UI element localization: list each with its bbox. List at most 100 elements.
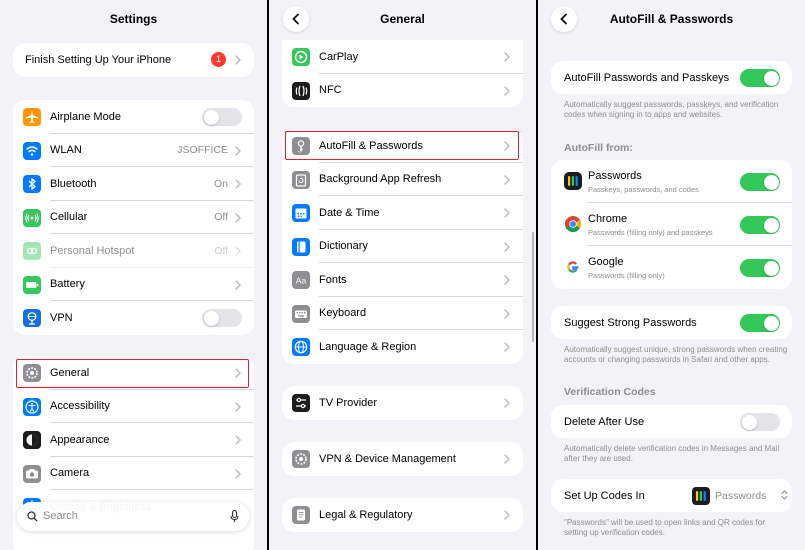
back-button[interactable] <box>551 6 577 32</box>
settings-row-accessibility[interactable]: Accessibility <box>13 390 254 423</box>
settings-row-airplane-mode[interactable]: Airplane Mode <box>13 100 254 134</box>
general-highlight-box <box>16 359 249 388</box>
settings-row-vpn-and-device-management[interactable]: VPN & Device Management <box>282 442 523 476</box>
chevron-right-icon <box>504 174 510 185</box>
vpn-management-icon <box>292 450 310 468</box>
chevron-right-icon <box>235 246 241 256</box>
settings-row-language-and-region[interactable]: Language & Region <box>282 330 523 364</box>
google-toggle[interactable] <box>740 259 780 277</box>
vpn-management-group: VPN & Device Management <box>282 442 523 476</box>
camera-icon <box>23 464 41 483</box>
settings-row-battery[interactable]: Battery <box>13 268 254 301</box>
passwords-toggle[interactable] <box>740 173 780 191</box>
search-input[interactable]: Search <box>43 510 78 522</box>
settings-row-bluetooth[interactable]: Bluetooth On <box>13 167 254 201</box>
suggest-strong-row[interactable]: Suggest Strong Passwords <box>551 306 792 339</box>
row-label: Keyboard <box>319 307 367 320</box>
chevron-right-icon <box>504 510 510 520</box>
tv-provider-group: TV Provider <box>282 386 523 420</box>
microphone-icon[interactable] <box>230 510 239 523</box>
setup-codes-footnote: "Passwords" will be used to open links a… <box>564 518 765 537</box>
settings-row-background-app-refresh[interactable]: Background App Refresh <box>282 163 523 196</box>
row-label: CarPlay <box>319 50 359 63</box>
vpn-toggle[interactable] <box>202 309 242 327</box>
row-label: VPN <box>50 311 73 324</box>
chevron-right-icon <box>235 435 241 445</box>
general-main-group: AutoFill & Passwords Background App Refre… <box>282 129 523 364</box>
settings-row-personal-hotspot[interactable]: Personal Hotspot Off <box>13 234 254 268</box>
autofill-source-chrome[interactable]: Chrome Passwords (filling only) and passk… <box>551 203 792 246</box>
row-label: WLAN <box>50 144 82 157</box>
back-button[interactable] <box>283 6 309 32</box>
setup-codes-row[interactable]: Set Up Codes In Passwords <box>551 479 792 512</box>
chevron-right-icon <box>504 275 510 285</box>
row-label: Bluetooth <box>50 177 97 190</box>
legal-group: Legal & Regulatory <box>282 498 523 532</box>
autofill-master-label: AutoFill Passwords and Passkeys <box>564 72 730 84</box>
settings-row-fonts[interactable]: Aa Fonts <box>282 263 523 297</box>
dictionary-icon <box>292 237 310 256</box>
finish-setup-label: Finish Setting Up Your iPhone <box>25 54 172 66</box>
autofill-source-passwords[interactable]: Passwords Passkeys, passwords, and codes <box>551 160 792 203</box>
delete-after-use-footnote: Automatically delete verification codes … <box>564 444 780 463</box>
settings-row-nfc[interactable]: NFC <box>282 74 523 108</box>
row-label: Accessibility <box>50 400 110 413</box>
chevron-right-icon <box>504 454 510 464</box>
accessibility-icon <box>23 397 41 416</box>
google-icon <box>564 258 582 276</box>
settings-row-wlan[interactable]: WLAN JSOFFICE <box>13 134 254 167</box>
settings-row-keyboard[interactable]: Keyboard <box>282 297 523 330</box>
suggest-strong-toggle[interactable] <box>740 314 780 332</box>
row-label: Airplane Mode <box>50 110 121 123</box>
delete-after-use-row[interactable]: Delete After Use <box>551 405 792 438</box>
search-bar[interactable]: Search <box>17 502 249 531</box>
autofill-master-toggle[interactable] <box>740 69 780 87</box>
chevron-right-icon <box>235 212 241 223</box>
fonts-icon: Aa <box>292 271 310 289</box>
chrome-toggle[interactable] <box>740 216 780 234</box>
row-label: Fonts <box>319 273 347 286</box>
delete-after-use-toggle[interactable] <box>740 413 780 431</box>
row-label: Dictionary <box>319 240 368 253</box>
legal-icon <box>292 506 310 524</box>
setup-codes-value[interactable]: Passwords <box>715 490 766 502</box>
row-label: VPN & Device Management <box>319 452 456 465</box>
globe-icon <box>292 338 310 356</box>
airplane-mode-toggle[interactable] <box>202 108 242 126</box>
settings-row-vpn[interactable]: VPN <box>13 301 254 335</box>
row-label: Camera <box>50 467 90 480</box>
source-name: Chrome <box>588 213 628 225</box>
svg-text:Aa: Aa <box>296 276 307 286</box>
row-label: Language & Region <box>319 340 417 353</box>
row-label: Legal & Regulatory <box>319 508 413 521</box>
notification-badge: 1 <box>211 52 226 67</box>
setup-codes-label: Set Up Codes In <box>564 490 645 502</box>
autofill-highlight-box <box>285 131 519 160</box>
chevron-right-icon <box>235 468 241 479</box>
nfc-icon <box>292 81 310 100</box>
settings-row-tv-provider[interactable]: TV Provider <box>282 386 523 420</box>
settings-row-carplay[interactable]: CarPlay <box>282 40 523 74</box>
chevron-left-icon <box>560 13 567 25</box>
settings-row-date-and-time[interactable]: Date & Time <box>282 196 523 230</box>
row-label: NFC <box>319 84 342 97</box>
suggest-strong-label: Suggest Strong Passwords <box>564 317 697 329</box>
autofill-master-row[interactable]: AutoFill Passwords and Passkeys <box>551 61 792 94</box>
suggest-strong-footnote: Automatically suggest unique, strong pas… <box>564 345 788 364</box>
settings-panel: Settings Finish Setting Up Your iPhone 1… <box>0 0 267 550</box>
scroll-indicator[interactable] <box>532 232 534 342</box>
search-icon <box>27 511 38 522</box>
source-description: Passwords (filling only) <box>588 271 665 280</box>
row-label: Battery <box>50 278 85 291</box>
autofill-source-google[interactable]: Google Passwords (filling only) <box>551 246 792 289</box>
settings-row-camera[interactable]: Camera <box>13 457 254 490</box>
verification-codes-header: Verification Codes <box>564 386 656 398</box>
chevron-right-icon <box>504 398 510 408</box>
settings-row-cellular[interactable]: Cellular Off <box>13 201 254 234</box>
finish-setup-row[interactable]: Finish Setting Up Your iPhone 1 <box>13 43 254 77</box>
settings-row-legal-and-regulatory[interactable]: Legal & Regulatory <box>282 498 523 532</box>
settings-row-dictionary[interactable]: Dictionary <box>282 230 523 263</box>
settings-row-appearance[interactable]: Appearance <box>13 423 254 457</box>
row-label: Appearance <box>50 433 110 446</box>
carplay-nfc-group: CarPlay NFC <box>282 40 523 107</box>
